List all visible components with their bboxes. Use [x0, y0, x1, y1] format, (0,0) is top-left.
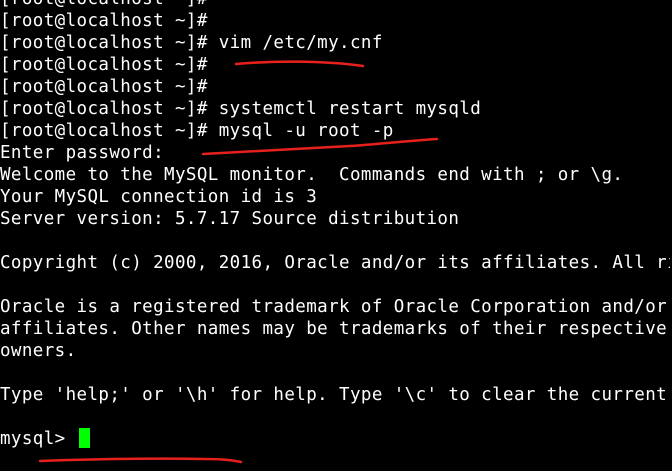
terminal-window[interactable]: [root@localhost ~]# [root@localhost ~]# …	[0, 0, 672, 471]
terminal-line: [root@localhost ~]# mysql -u root -p	[0, 121, 394, 141]
terminal-line: Your MySQL connection id is 3	[0, 187, 318, 207]
terminal-line: [root@localhost ~]#	[0, 77, 208, 97]
terminal-line: owners.	[0, 341, 77, 361]
mysql-prompt-line[interactable]: mysql>	[0, 428, 672, 450]
terminal-line: [root@localhost ~]# vim /etc/my.cnf	[0, 33, 383, 53]
terminal-line: Enter password:	[0, 143, 165, 163]
text-cursor	[78, 428, 90, 448]
terminal-line: [root@localhost ~]# systemctl restart my…	[0, 99, 482, 119]
terminal-line: Copyright (c) 2000, 2016, Oracle and/or …	[0, 253, 672, 273]
terminal-line: Server version: 5.7.17 Source distributi…	[0, 209, 460, 229]
terminal-line: [root@localhost ~]#	[0, 55, 208, 75]
terminal-line: Welcome to the MySQL monitor. Commands e…	[0, 165, 624, 185]
terminal-line: Oracle is a registered trademark of Orac…	[0, 297, 668, 317]
mysql-prompt: mysql>	[0, 429, 77, 449]
terminal-line: [root@localhost ~]#	[0, 0, 672, 10]
terminal-line: affiliates. Other names may be trademark…	[0, 319, 668, 339]
terminal-line: [root@localhost ~]#	[0, 11, 208, 31]
terminal-line: Type 'help;' or '\h' for help. Type '\c'…	[0, 385, 668, 405]
